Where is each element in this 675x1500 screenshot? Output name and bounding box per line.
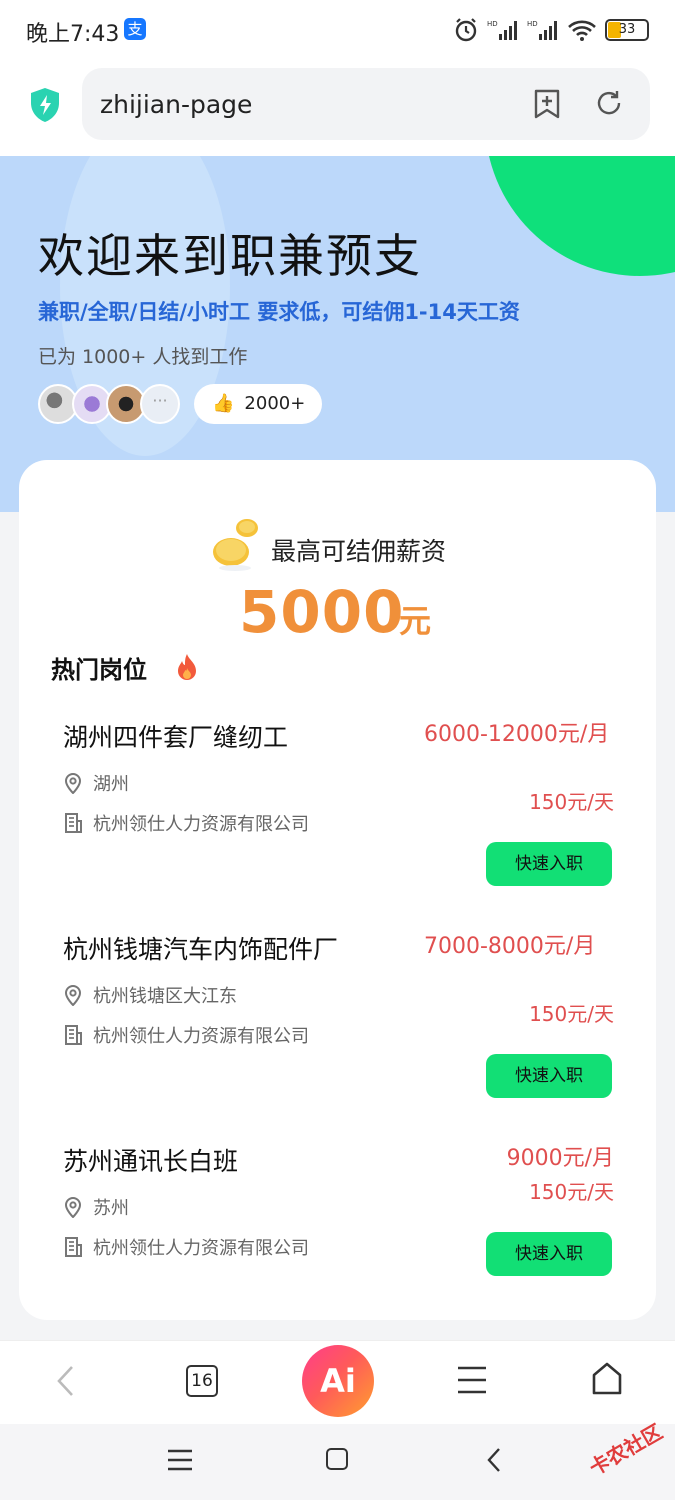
job-location: 杭州钱塘区大江东	[63, 982, 237, 1008]
hero-banner: 欢迎来到职兼预支 兼职/全职/日结/小时工 要求低，可结佣1-14天工资 已为 …	[0, 156, 675, 512]
job-daily-rate: 150元/天	[529, 790, 614, 814]
hero-found-text: 已为 1000+ 人找到工作	[38, 346, 248, 368]
job-company: 杭州领仕人力资源有限公司	[63, 1022, 309, 1048]
job-item[interactable]: 杭州钱塘汽车内饰配件厂 7000-8000元/月 150元/天 杭州钱塘区大江东…	[19, 930, 656, 1130]
quick-apply-button[interactable]: 快速入职	[486, 1232, 612, 1276]
home-icon[interactable]	[590, 1361, 624, 1397]
job-location: 湖州	[63, 770, 129, 796]
hero-decoration-green	[485, 156, 675, 276]
location-icon	[64, 773, 82, 794]
coins-icon	[213, 519, 258, 571]
job-title[interactable]: 湖州四件套厂缝纫工	[63, 718, 288, 754]
job-company-text: 杭州领仕人力资源有限公司	[93, 814, 309, 835]
signal-icon: HD	[487, 20, 517, 40]
system-nav-bar: 卡农社区	[0, 1419, 675, 1500]
job-title[interactable]: 苏州通讯长白班	[63, 1142, 238, 1178]
menu-icon[interactable]	[456, 1363, 488, 1397]
system-back-icon[interactable]	[484, 1446, 504, 1474]
job-location: 苏州	[63, 1194, 129, 1220]
location-icon	[64, 985, 82, 1006]
job-daily-rate: 150元/天	[529, 1002, 614, 1026]
status-icons: HD HD 33	[453, 14, 649, 46]
job-company: 杭州领仕人力资源有限公司	[63, 1234, 309, 1260]
max-salary-unit: 元	[399, 602, 432, 640]
fire-icon	[178, 654, 196, 680]
signal-icon-2: HD	[527, 20, 557, 40]
job-location-text: 湖州	[93, 774, 129, 795]
url-text[interactable]: zhijian-page	[100, 90, 252, 119]
job-item[interactable]: 苏州通讯长白班 9000元/月 150元/天 苏州 杭州领仕人力资源有限公司 快…	[19, 1142, 656, 1342]
job-salary: 6000-12000元/月	[424, 722, 610, 747]
svg-text:HD: HD	[487, 20, 498, 28]
wifi-icon	[568, 20, 596, 41]
alarm-icon	[455, 18, 477, 42]
likes-count: 2000+	[244, 393, 306, 414]
refresh-icon[interactable]	[594, 88, 624, 118]
jobs-card: 最高可结佣薪资 5000 元 热门岗位 湖州四件套厂缝纫工 6000-12000…	[19, 460, 656, 1320]
battery-level: 33	[618, 22, 636, 37]
hero-title: 欢迎来到职兼预支	[38, 229, 422, 283]
job-item[interactable]: 湖州四件套厂缝纫工 6000-12000元/月 150元/天 湖州 杭州领仕人力…	[19, 718, 656, 918]
location-icon	[64, 1197, 82, 1218]
likes-badge: 👍 2000+	[194, 384, 322, 424]
max-salary-amount: 5000	[239, 578, 405, 646]
system-home-icon[interactable]	[326, 1448, 348, 1470]
job-company-text: 杭州领仕人力资源有限公司	[93, 1238, 309, 1259]
job-salary: 7000-8000元/月	[424, 934, 596, 959]
status-time: 晚上7:43	[26, 22, 120, 47]
thumbs-up-icon: 👍	[212, 393, 235, 414]
hero-subtitle: 兼职/全职/日结/小时工 要求低，可结佣1-14天工资	[38, 300, 520, 324]
battery-icon: 33	[605, 19, 649, 41]
job-salary: 9000元/月	[506, 1146, 614, 1171]
building-icon	[65, 813, 82, 833]
status-bar: 晚上7:43 支 HD HD 33	[0, 0, 675, 62]
hot-jobs-title: 热门岗位	[51, 656, 147, 684]
building-icon	[65, 1237, 82, 1257]
tabs-button[interactable]: 16	[186, 1365, 218, 1397]
quick-apply-button[interactable]: 快速入职	[486, 842, 612, 886]
watermark: 卡农社区	[585, 1419, 667, 1481]
back-icon[interactable]	[52, 1363, 80, 1399]
max-salary-label: 最高可结佣薪资	[271, 537, 447, 566]
job-location-text: 苏州	[93, 1198, 129, 1219]
bookmark-add-icon[interactable]	[532, 88, 562, 120]
ai-assistant-button[interactable]: Ai	[302, 1345, 374, 1417]
svg-text:HD: HD	[527, 20, 538, 28]
browser-url-bar: zhijian-page	[0, 62, 675, 156]
job-location-text: 杭州钱塘区大江东	[93, 986, 237, 1007]
browser-bottom-bar: 16 Ai	[0, 1340, 675, 1424]
job-title[interactable]: 杭州钱塘汽车内饰配件厂	[63, 930, 338, 966]
url-field[interactable]: zhijian-page	[82, 68, 650, 140]
building-icon	[65, 1025, 82, 1045]
recent-apps-icon[interactable]	[166, 1448, 194, 1472]
more-avatars-icon: ···	[140, 384, 180, 424]
job-daily-rate: 150元/天	[529, 1180, 614, 1204]
shield-icon[interactable]	[28, 86, 62, 124]
job-company-text: 杭州领仕人力资源有限公司	[93, 1026, 309, 1047]
alipay-notification-icon: 支	[124, 18, 146, 40]
quick-apply-button[interactable]: 快速入职	[486, 1054, 612, 1098]
job-company: 杭州领仕人力资源有限公司	[63, 810, 309, 836]
